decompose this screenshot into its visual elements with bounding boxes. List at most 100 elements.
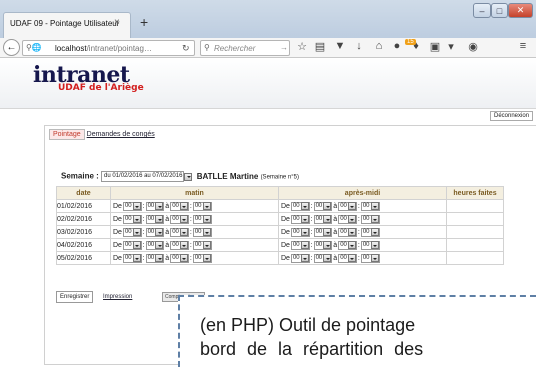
- time-select[interactable]: 00: [338, 214, 357, 224]
- new-tab-button[interactable]: +: [140, 14, 148, 30]
- chevron-down-icon[interactable]: [347, 228, 356, 236]
- time-select[interactable]: 00: [313, 227, 333, 237]
- time-select[interactable]: 00: [338, 201, 357, 211]
- tab-conges[interactable]: Demandes de congés: [87, 131, 155, 138]
- time-select[interactable]: 00: [122, 240, 142, 250]
- chevron-down-icon[interactable]: [179, 241, 188, 249]
- time-select[interactable]: 00: [192, 253, 212, 263]
- chevron-down-icon[interactable]: [323, 228, 332, 236]
- time-select[interactable]: 00: [170, 214, 189, 224]
- time-select[interactable]: 00: [122, 214, 142, 224]
- reading-list-icon[interactable]: ▤: [313, 40, 327, 53]
- chevron-down-icon[interactable]: [202, 202, 211, 210]
- chevron-down-icon[interactable]: [300, 202, 309, 210]
- time-select[interactable]: 00: [290, 214, 310, 224]
- time-select[interactable]: 00: [360, 214, 380, 224]
- time-select[interactable]: 00: [313, 214, 333, 224]
- chevron-down-icon[interactable]: [202, 215, 211, 223]
- chevron-down-icon[interactable]: [179, 228, 188, 236]
- time-select[interactable]: 00: [338, 253, 357, 263]
- chevron-down-icon[interactable]: [179, 202, 188, 210]
- site-identity-icon[interactable]: ⚲🌐: [26, 43, 42, 52]
- chevron-down-icon[interactable]: [179, 254, 188, 262]
- time-select[interactable]: 00: [145, 240, 165, 250]
- address-bar[interactable]: ⚲🌐 localhost/intranet/pointag… ↻: [22, 40, 195, 56]
- chevron-down-icon[interactable]: [202, 228, 211, 236]
- time-select[interactable]: 00: [360, 201, 380, 211]
- pocket-icon[interactable]: ▼: [333, 40, 347, 52]
- chevron-down-icon[interactable]: [370, 228, 379, 236]
- time-select[interactable]: 00: [338, 227, 357, 237]
- chevron-down-icon[interactable]: [323, 202, 332, 210]
- print-link[interactable]: Impression: [103, 294, 132, 300]
- minimize-button[interactable]: –: [473, 3, 491, 18]
- account-icon[interactable]: ◉: [466, 40, 480, 53]
- time-select[interactable]: 00: [290, 253, 310, 263]
- chevron-down-icon[interactable]: [132, 228, 141, 236]
- chevron-down-icon[interactable]: [370, 241, 379, 249]
- chevron-down-icon[interactable]: [300, 228, 309, 236]
- time-select[interactable]: 00: [360, 227, 380, 237]
- time-select[interactable]: 00: [192, 201, 212, 211]
- chevron-down-icon[interactable]: [323, 241, 332, 249]
- chevron-down-icon[interactable]: [202, 254, 211, 262]
- time-select[interactable]: 00: [360, 253, 380, 263]
- chevron-down-icon[interactable]: [184, 172, 193, 181]
- save-button[interactable]: Enregistrer: [56, 291, 94, 303]
- maximize-button[interactable]: □: [491, 3, 508, 18]
- chevron-down-icon[interactable]: [132, 254, 141, 262]
- time-select[interactable]: 00: [170, 201, 189, 211]
- chevron-down-icon[interactable]: [300, 215, 309, 223]
- chevron-down-icon[interactable]: [347, 241, 356, 249]
- search-go-icon[interactable]: →: [280, 43, 288, 52]
- time-select[interactable]: 00: [145, 227, 165, 237]
- time-select[interactable]: 00: [338, 240, 357, 250]
- time-select[interactable]: 00: [290, 201, 310, 211]
- chevron-down-icon[interactable]: [132, 215, 141, 223]
- menu-icon[interactable]: ≡: [516, 40, 530, 52]
- clipboard-icon[interactable]: ▣: [428, 40, 442, 53]
- chevron-down-icon[interactable]: [370, 202, 379, 210]
- time-select[interactable]: 00: [360, 240, 380, 250]
- bookmark-star-icon[interactable]: ☆: [295, 40, 309, 53]
- time-select[interactable]: 00: [290, 227, 310, 237]
- time-select[interactable]: 00: [122, 253, 142, 263]
- time-select[interactable]: 00: [122, 227, 142, 237]
- home-icon[interactable]: ⌂: [372, 40, 386, 52]
- chevron-down-icon[interactable]: [347, 202, 356, 210]
- download-icon[interactable]: ↓: [352, 40, 366, 52]
- chat-icon[interactable]: ●: [390, 40, 404, 52]
- time-select[interactable]: 00: [192, 227, 212, 237]
- time-select[interactable]: 00: [145, 253, 165, 263]
- time-select[interactable]: 00: [170, 227, 189, 237]
- chevron-down-icon[interactable]: [370, 254, 379, 262]
- search-bar[interactable]: ⚲ Rechercher →: [200, 40, 290, 56]
- time-select[interactable]: 00: [192, 240, 212, 250]
- logout-button[interactable]: Déconnexion: [490, 111, 534, 121]
- browser-tab[interactable]: UDAF 09 - Pointage Utilisateur ×: [3, 12, 131, 38]
- chevron-down-icon[interactable]: [347, 215, 356, 223]
- time-select[interactable]: 00: [145, 201, 165, 211]
- chevron-down-icon[interactable]: [300, 241, 309, 249]
- chevron-down-icon[interactable]: [155, 202, 164, 210]
- time-select[interactable]: 00: [170, 240, 189, 250]
- tab-pointage[interactable]: Pointage: [49, 129, 85, 140]
- time-select[interactable]: 00: [145, 214, 165, 224]
- chevron-down-icon[interactable]: [155, 241, 164, 249]
- chevron-down-icon[interactable]: [132, 202, 141, 210]
- reload-icon[interactable]: ↻: [182, 43, 190, 54]
- chevron-down-icon[interactable]: [323, 215, 332, 223]
- time-select[interactable]: 00: [313, 240, 333, 250]
- chevron-down-icon[interactable]: [155, 215, 164, 223]
- week-select[interactable]: du 01/02/2016 au 07/02/2016: [101, 171, 185, 182]
- chevron-down-icon[interactable]: [155, 228, 164, 236]
- dropdown-icon[interactable]: ▾: [444, 40, 458, 53]
- chevron-down-icon[interactable]: [132, 241, 141, 249]
- chevron-down-icon[interactable]: [155, 254, 164, 262]
- chevron-down-icon[interactable]: [370, 215, 379, 223]
- chevron-down-icon[interactable]: [179, 215, 188, 223]
- chevron-down-icon[interactable]: [347, 254, 356, 262]
- back-arrow-icon[interactable]: ←: [3, 39, 20, 56]
- close-tab-icon[interactable]: ×: [114, 17, 120, 28]
- close-window-button[interactable]: ✕: [508, 3, 533, 18]
